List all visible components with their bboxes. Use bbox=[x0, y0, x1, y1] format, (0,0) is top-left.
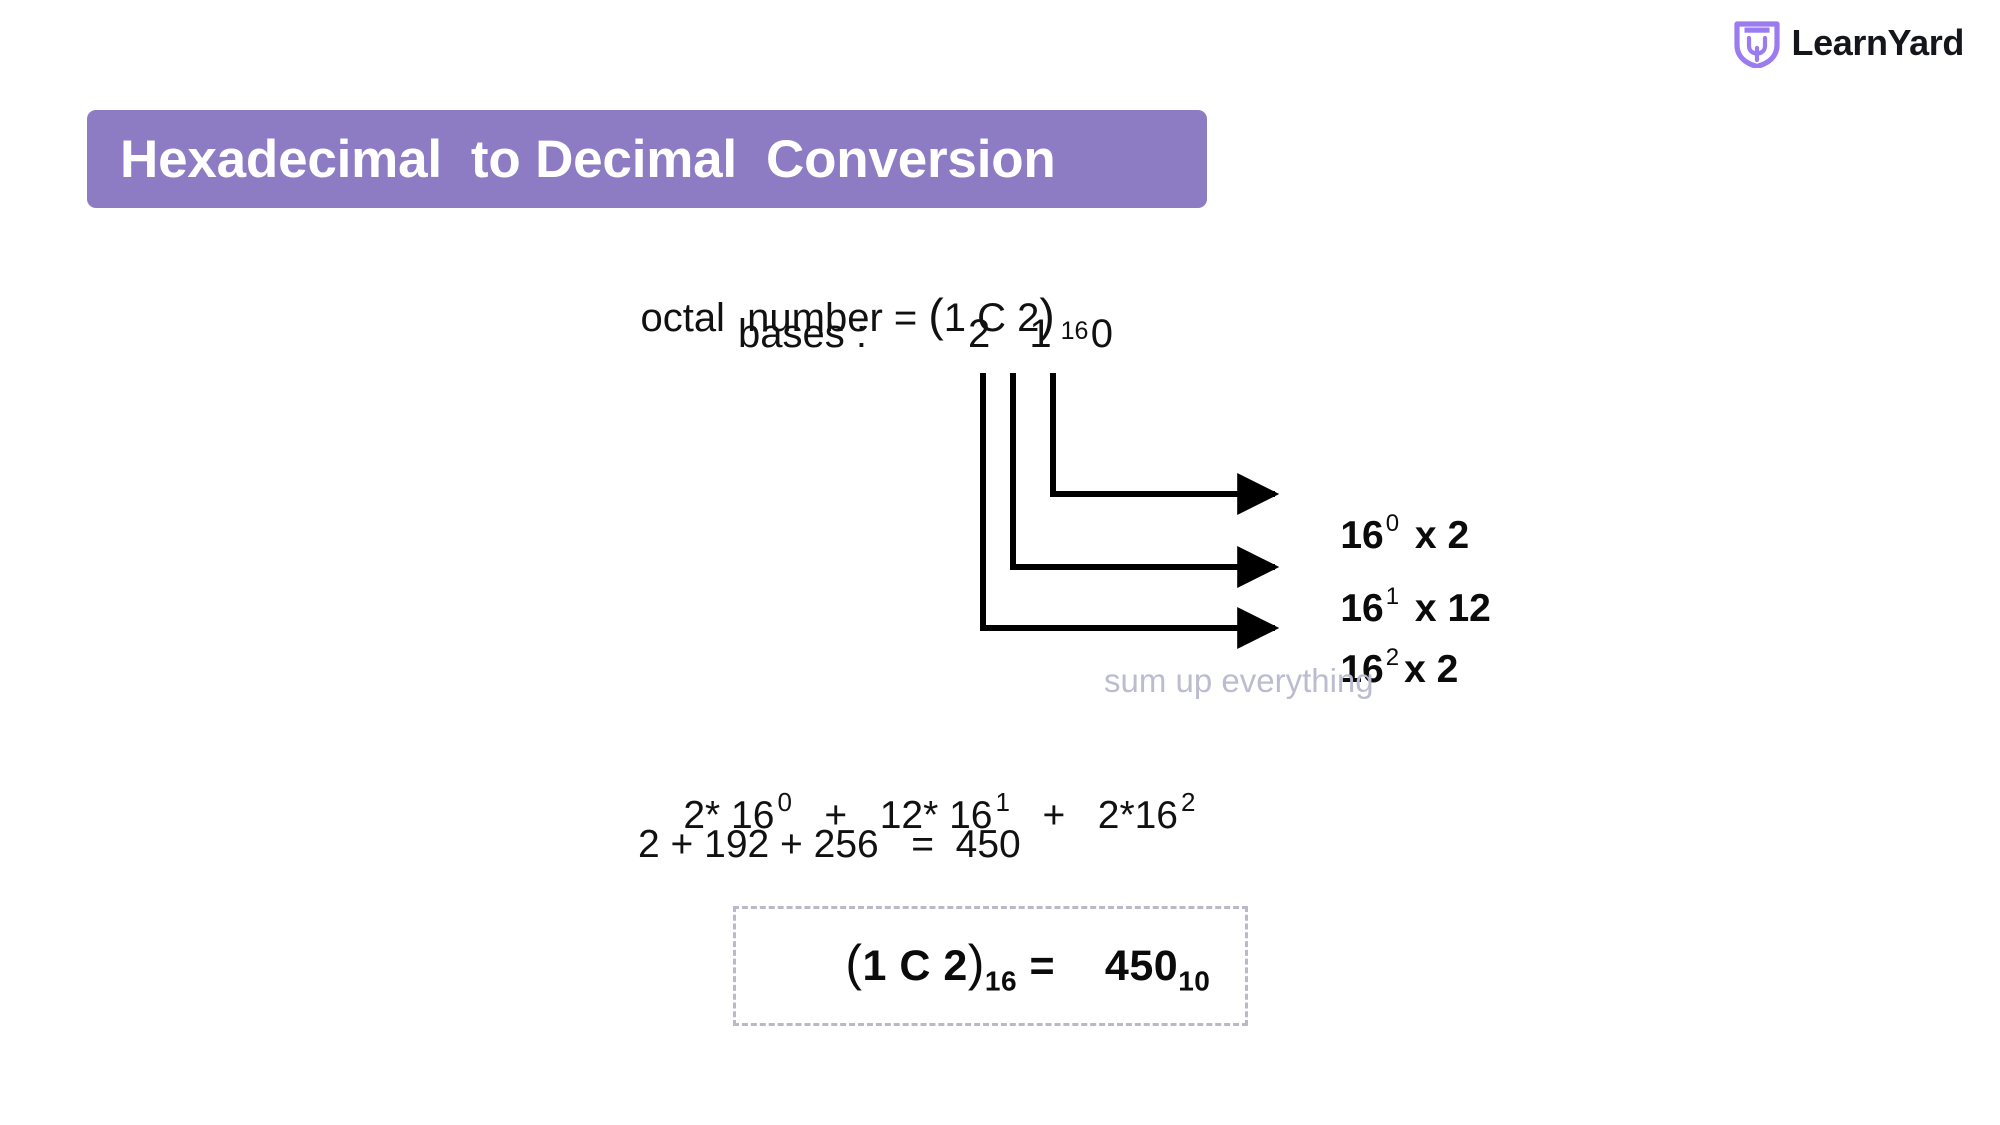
arrow-digit-2-path bbox=[1050, 373, 1280, 515]
result-equation: (1 C 2)16 = 45010 bbox=[771, 885, 1211, 1047]
expansion-plus-2: + bbox=[1009, 794, 1098, 838]
term-2-exponent: 2 bbox=[1385, 644, 1400, 671]
term-2-operator: x bbox=[1404, 647, 1437, 691]
expansion-term-2: 2*16 bbox=[1097, 794, 1178, 838]
expansion-exp-0: 0 bbox=[777, 787, 792, 817]
result-close-paren: ) bbox=[967, 935, 985, 992]
result-box: (1 C 2)16 = 45010 bbox=[733, 906, 1248, 1026]
arrow-digit-C-path bbox=[1010, 373, 1280, 588]
result-value: 450 bbox=[1067, 942, 1179, 991]
title-banner: Hexadecimal to Decimal Conversion bbox=[87, 110, 1207, 208]
open-paren: ( bbox=[928, 289, 944, 341]
brand-name: LearnYard bbox=[1791, 22, 1965, 63]
result-equals: = bbox=[1017, 942, 1068, 991]
total-line: 2 + 192 + 256 = 450 bbox=[638, 823, 1021, 866]
slide-canvas: LearnYard Hexadecimal to Decimal Convers… bbox=[0, 0, 2000, 1125]
term-2-digit: 2 bbox=[1436, 647, 1459, 691]
sum-note: sum up everything bbox=[1104, 662, 1374, 699]
result-digits: 1 C 2 bbox=[862, 942, 968, 991]
page-title: Hexadecimal to Decimal Conversion bbox=[120, 129, 1056, 189]
result-to-base: 10 bbox=[1178, 965, 1211, 997]
shield-logo-icon bbox=[1733, 21, 1780, 68]
expansion-exp-1: 1 bbox=[995, 787, 1010, 817]
bases-digits: 2 1 0 bbox=[968, 312, 1127, 356]
expansion-exp-2: 2 bbox=[1181, 787, 1196, 817]
result-open-paren: ( bbox=[845, 935, 863, 992]
brand-logo: LearnYard bbox=[1733, 18, 1965, 68]
term-0-exponent: 0 bbox=[1385, 510, 1400, 537]
bases-label: bases : bbox=[738, 312, 867, 356]
result-from-base: 16 bbox=[984, 965, 1018, 997]
arrow-digit-1-path bbox=[980, 373, 1280, 649]
